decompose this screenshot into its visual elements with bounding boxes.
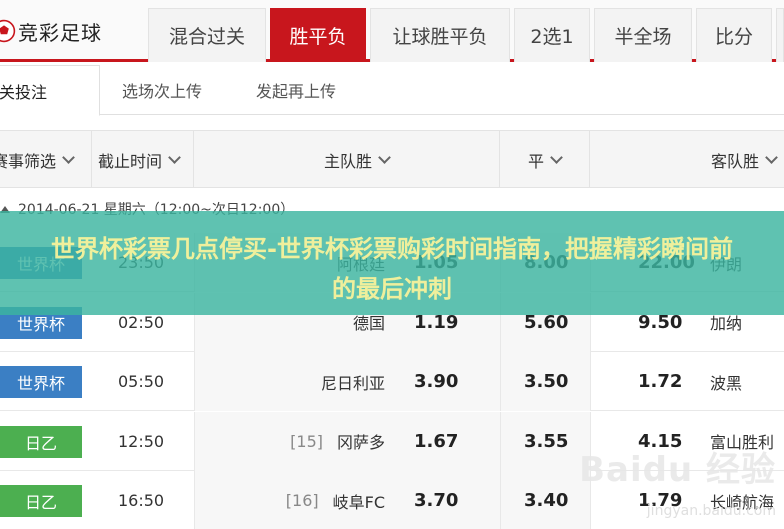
away-team[interactable]: 波黑: [710, 352, 742, 411]
top-nav: 竞彩足球 混合过关 胜平负 让球胜平负 2选1 半全场 比分: [0, 0, 784, 62]
tab-win-draw-lose[interactable]: 胜平负: [270, 8, 366, 62]
filter-dropdown[interactable]: 赛事筛选: [0, 131, 92, 189]
brand-title: 竞彩足球: [18, 20, 102, 45]
win-odds[interactable]: 3.70: [414, 471, 458, 529]
divider: [500, 352, 501, 411]
league-badge[interactable]: 日乙: [0, 425, 82, 458]
away-win-label: 客队胜: [710, 152, 759, 171]
tab-two-choose-one[interactable]: 2选1: [514, 8, 590, 62]
home-rank: [15]: [290, 431, 323, 451]
subtab-parlay-label: 过关投注: [0, 82, 48, 102]
draw-odds[interactable]: 3.50: [524, 352, 568, 411]
home-team: 尼日利亚: [320, 373, 385, 393]
chevron-down-icon: [550, 151, 563, 164]
home-win-header[interactable]: 主队胜: [194, 131, 500, 189]
draw-label: 平: [527, 152, 544, 171]
sub-tabs: 过关投注 选场次上传 发起再上传: [0, 65, 784, 116]
win-odds[interactable]: 1.67: [414, 412, 458, 471]
deadline-time: 16:50: [118, 491, 165, 510]
tab-half-full[interactable]: 半全场: [594, 8, 692, 62]
draw-odds[interactable]: 3.55: [524, 412, 568, 471]
divider: [500, 411, 501, 471]
subtab-upload-select[interactable]: 选场次上传: [122, 65, 202, 115]
table-row: 世界杯 05:50 尼日利亚 3.90 3.50 1.72 波黑: [0, 352, 784, 411]
title-banner: 世界杯彩票几点停买-世界杯彩票购彩时间指南，把握精彩瞬间前的最后冲刺: [0, 211, 784, 315]
tab-score[interactable]: 比分: [696, 8, 772, 62]
home-team-cell[interactable]: [15] 冈萨多: [195, 412, 385, 471]
league-badge[interactable]: 日乙: [0, 485, 82, 517]
tab-handicap[interactable]: 让球胜平负: [370, 8, 510, 62]
tab-overflow[interactable]: [776, 8, 784, 62]
deadline-time: 12:50: [118, 431, 165, 451]
home-win-label: 主队胜: [323, 152, 372, 171]
home-rank: [16]: [285, 491, 319, 510]
win-odds[interactable]: 3.90: [414, 352, 458, 411]
subtab-upload-later[interactable]: 发起再上传: [256, 65, 336, 115]
home-team: 冈萨多: [336, 433, 385, 452]
table-header: 赛事筛选 截止时间 主队胜 平 客队胜: [0, 130, 784, 189]
subtab-parlay[interactable]: 过关投注: [0, 65, 100, 116]
deadline-time: 05:50: [118, 372, 165, 391]
chevron-down-icon: [765, 151, 778, 164]
baidu-watermark-url: jingyan.baidu.com: [646, 503, 776, 519]
filter-label: 赛事筛选: [0, 152, 57, 171]
draw-odds[interactable]: 3.40: [524, 471, 568, 529]
football-icon: [0, 16, 16, 46]
draw-header[interactable]: 平: [500, 131, 590, 189]
divider: [590, 352, 591, 411]
away-win-header[interactable]: 客队胜: [590, 131, 784, 189]
banner-title: 世界杯彩票几点停买-世界杯彩票购彩时间指南，把握精彩瞬间前的最后冲刺: [51, 235, 733, 303]
chevron-down-icon: [378, 151, 391, 164]
league-badge[interactable]: 世界杯: [0, 366, 82, 398]
home-team-cell[interactable]: 尼日利亚: [195, 352, 385, 411]
home-team: 岐阜FC: [332, 492, 385, 512]
chevron-down-icon: [62, 151, 75, 164]
deadline-dropdown[interactable]: 截止时间: [92, 131, 194, 189]
deadline-label: 截止时间: [98, 152, 163, 171]
divider: [500, 471, 501, 529]
baidu-watermark: Baidu 经验: [579, 450, 776, 490]
brand[interactable]: 竞彩足球: [0, 0, 146, 62]
lose-odds[interactable]: 1.72: [638, 352, 682, 411]
tab-mixed[interactable]: 混合过关: [148, 8, 266, 62]
home-team-cell[interactable]: [16] 岐阜FC: [195, 471, 385, 529]
chevron-down-icon: [168, 151, 181, 164]
